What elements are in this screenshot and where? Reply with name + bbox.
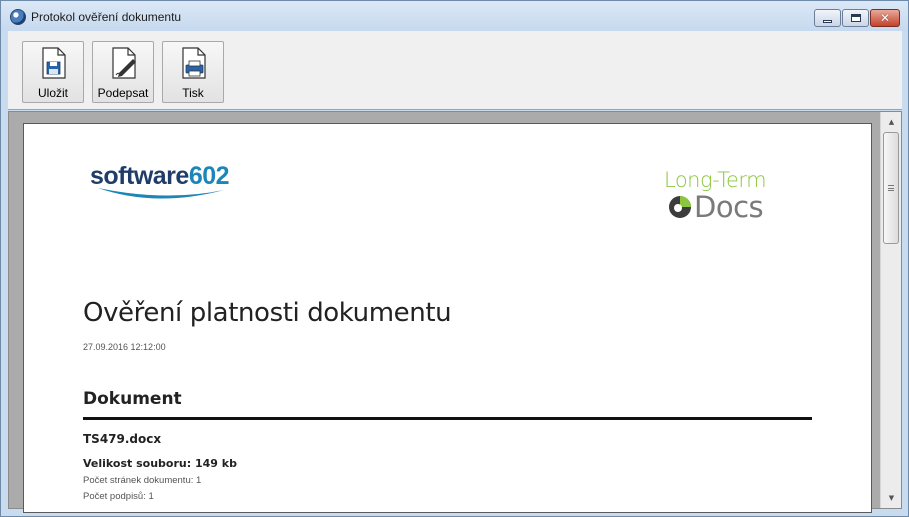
- sign-button[interactable]: Podepsat: [92, 41, 154, 103]
- scroll-thumb[interactable]: [883, 132, 899, 244]
- app-window: Protokol ověření dokumentu ✕ Uložit Pode…: [0, 0, 909, 517]
- maximize-icon: [850, 14, 861, 22]
- signatures-count: Počet podpisů: 1: [83, 491, 154, 502]
- document-viewer[interactable]: software602 Long-Term Docs Ověření platn…: [8, 111, 902, 513]
- grip-icon: [888, 185, 894, 191]
- verification-date: 27.09.2016 12:12:00: [83, 342, 166, 352]
- print-icon: [182, 47, 206, 79]
- ltd-logo-line2: Docs: [694, 190, 764, 224]
- app-icon: [10, 9, 26, 25]
- save-button[interactable]: Uložit: [22, 41, 84, 103]
- document-page: software602 Long-Term Docs Ověření platn…: [23, 123, 872, 513]
- title-bar[interactable]: Protokol ověření dokumentu ✕: [1, 1, 908, 31]
- scroll-down-button[interactable]: ▼: [881, 490, 902, 506]
- pages-count: Počet stránek dokumentu: 1: [83, 475, 202, 486]
- ltd-logo-line1: Long-Term: [664, 168, 767, 192]
- section-divider: [83, 417, 812, 420]
- sign-document-icon: [112, 47, 136, 79]
- window-title: Protokol ověření dokumentu: [31, 10, 182, 24]
- close-button[interactable]: ✕: [870, 9, 900, 27]
- document-title: Ověření platnosti dokumentu: [83, 298, 452, 328]
- print-button[interactable]: Tisk: [162, 41, 224, 103]
- toolbar: Uložit Podepsat Tisk: [8, 31, 902, 110]
- minimize-icon: [823, 19, 832, 23]
- scroll-up-button[interactable]: ▲: [881, 114, 902, 130]
- long-term-docs-logo: Long-Term Docs: [664, 168, 804, 228]
- maximize-button[interactable]: [842, 9, 869, 27]
- close-icon: ✕: [879, 11, 891, 25]
- save-document-icon: [42, 47, 66, 79]
- globe-icon: [669, 196, 691, 218]
- save-label: Uložit: [37, 86, 68, 100]
- logo-swoosh-icon: [98, 188, 224, 199]
- file-size: Velikost souboru: 149 kb: [83, 457, 237, 470]
- vertical-scrollbar[interactable]: ▲ ▼: [880, 112, 901, 508]
- sign-label: Podepsat: [97, 86, 149, 100]
- file-name: TS479.docx: [83, 432, 162, 446]
- print-label: Tisk: [182, 86, 204, 100]
- software602-logo: software602: [90, 162, 260, 212]
- minimize-button[interactable]: [814, 9, 841, 27]
- section-heading: Dokument: [83, 389, 182, 409]
